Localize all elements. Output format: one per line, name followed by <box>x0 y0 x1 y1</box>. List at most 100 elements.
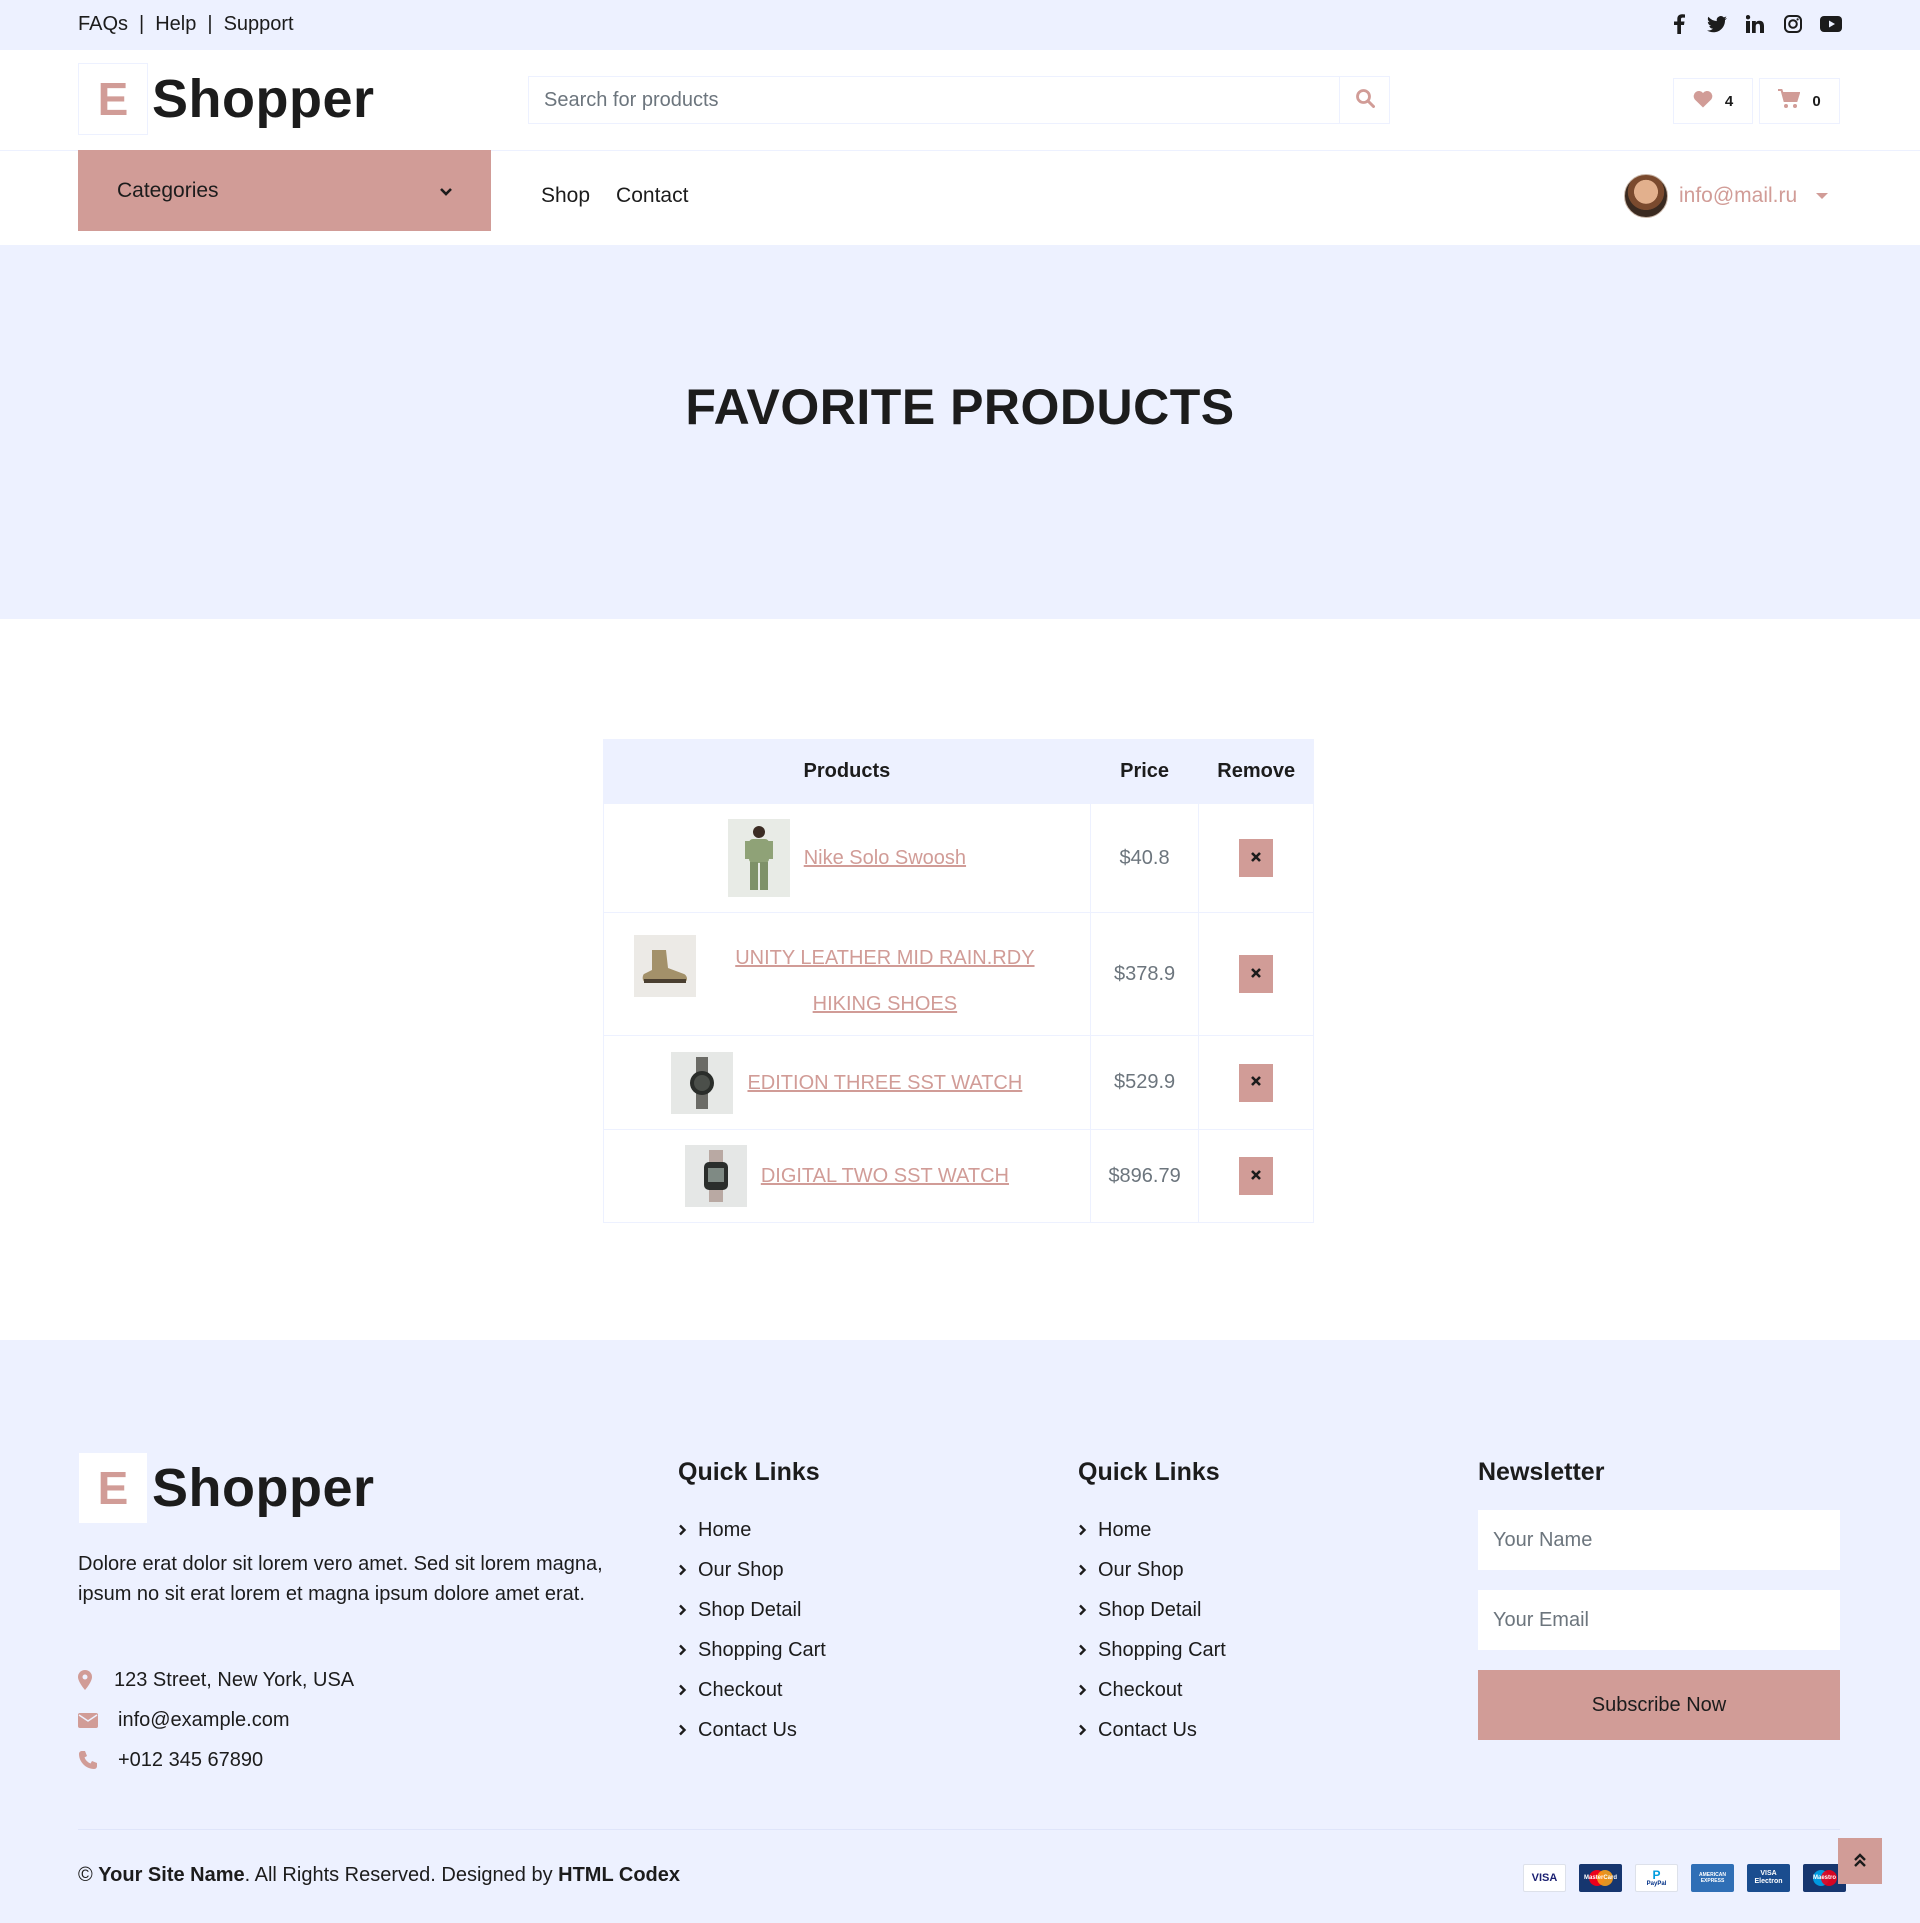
footer-link-home[interactable]: Home <box>678 1510 826 1550</box>
search-input[interactable] <box>529 77 1339 123</box>
footer-about: Dolore erat dolor sit lorem vero amet. S… <box>78 1553 603 1605</box>
brand-logo[interactable]: E Shopper <box>78 63 375 135</box>
quick-links-1: Quick Links Home Our Shop Shop Detail Sh… <box>678 1458 826 1750</box>
chevron-right-icon <box>678 1564 698 1576</box>
chevron-right-icon <box>1078 1684 1098 1696</box>
logo-letter: E <box>78 1452 148 1524</box>
product-price: $378.9 <box>1089 912 1200 1036</box>
footer-link-contact-us[interactable]: Contact Us <box>678 1710 826 1750</box>
categories-dropdown[interactable]: Categories <box>78 150 491 231</box>
search-button[interactable] <box>1339 77 1389 123</box>
footer-link-contact-us[interactable]: Contact Us <box>1078 1710 1226 1750</box>
chevron-right-icon <box>1078 1724 1098 1736</box>
product-name-link[interactable]: Nike Solo Swoosh <box>804 835 966 881</box>
product-image[interactable] <box>727 819 790 897</box>
link-label: Contact Us <box>698 1718 797 1741</box>
remove-button[interactable] <box>1239 955 1274 993</box>
copyright-text: . All Rights Reserved. Designed by <box>244 1864 559 1886</box>
avatar <box>1624 174 1668 218</box>
newsletter-name-input[interactable] <box>1478 1510 1840 1570</box>
footer-link-our-shop[interactable]: Our Shop <box>678 1550 826 1590</box>
mastercard-icon: MasterCard <box>1579 1864 1622 1892</box>
chevron-right-icon <box>678 1684 698 1696</box>
footer-brand-logo[interactable]: E Shopper <box>78 1452 375 1524</box>
product-name-link[interactable]: DIGITAL TWO SST WATCH <box>761 1153 1009 1199</box>
footer-link-our-shop[interactable]: Our Shop <box>1078 1550 1226 1590</box>
close-icon <box>1250 1075 1262 1090</box>
footer-link-shopping-cart[interactable]: Shopping Cart <box>678 1630 826 1670</box>
chevron-right-icon <box>678 1724 698 1736</box>
footer-link-shop-detail[interactable]: Shop Detail <box>1078 1590 1226 1630</box>
product-price: $896.79 <box>1089 1129 1200 1223</box>
double-angle-up-icon <box>1853 1852 1867 1871</box>
main-nav: Shop Contact <box>541 184 688 208</box>
link-label: Shop Detail <box>1098 1598 1202 1621</box>
link-label: Home <box>698 1518 752 1541</box>
product-image[interactable] <box>684 1145 747 1207</box>
separator: | <box>207 13 213 35</box>
header-products: Products <box>603 739 1091 804</box>
visa-card-icon: VISA <box>1523 1864 1566 1892</box>
amex-icon: AMERICAN EXPRESS <box>1691 1864 1734 1892</box>
map-marker-icon <box>78 1670 106 1690</box>
heart-icon <box>1693 90 1713 112</box>
support-link[interactable]: Support <box>224 13 294 36</box>
faqs-link[interactable]: FAQs <box>78 13 128 36</box>
table-row: EDITION THREE SST WATCH $529.9 <box>603 1035 1314 1130</box>
footer-address: 123 Street, New York, USA <box>114 1668 355 1691</box>
newsletter-email-input[interactable] <box>1478 1590 1840 1650</box>
chevron-right-icon <box>1078 1604 1098 1616</box>
page-header: FAVORITE PRODUCTS <box>0 245 1920 619</box>
favorites-count: 4 <box>1724 92 1734 110</box>
user-menu[interactable]: info@mail.ru <box>1624 174 1829 218</box>
cart-button[interactable]: 0 <box>1759 78 1840 124</box>
chevron-right-icon <box>678 1524 698 1536</box>
site-name-link[interactable]: Your Site Name <box>98 1864 244 1886</box>
quick-links-2: Quick Links Home Our Shop Shop Detail Sh… <box>1078 1458 1226 1750</box>
header-price: Price <box>1089 739 1200 804</box>
designer-link[interactable]: HTML Codex <box>558 1864 680 1886</box>
footer-contact: 123 Street, New York, USA info@example.c… <box>78 1660 354 1780</box>
cart-count: 0 <box>1812 92 1821 110</box>
help-link[interactable]: Help <box>155 13 196 36</box>
link-label: Shopping Cart <box>698 1638 826 1661</box>
linkedin-icon[interactable] <box>1744 13 1766 35</box>
product-name-link[interactable]: UNITY LEATHER MID RAIN.RDY HIKING SHOES <box>710 935 1060 1027</box>
footer-link-checkout[interactable]: Checkout <box>1078 1670 1226 1710</box>
back-to-top-button[interactable] <box>1838 1838 1882 1884</box>
product-price: $529.9 <box>1089 1035 1200 1130</box>
footer-link-shop-detail[interactable]: Shop Detail <box>678 1590 826 1630</box>
payment-methods: VISA MasterCard P PayPal AMERICAN EXPRES… <box>1523 1864 1846 1892</box>
youtube-icon[interactable] <box>1820 13 1842 35</box>
remove-button[interactable] <box>1239 839 1274 877</box>
logo-text: Shopper <box>152 69 375 129</box>
page-title: FAVORITE PRODUCTS <box>685 379 1235 435</box>
footer-link-home[interactable]: Home <box>1078 1510 1226 1550</box>
chevron-right-icon <box>1078 1524 1098 1536</box>
instagram-icon[interactable] <box>1782 13 1804 35</box>
nav-shop[interactable]: Shop <box>541 184 590 208</box>
favorites-button[interactable]: 4 <box>1673 78 1753 124</box>
topbar: FAQs | Help | Support <box>0 0 1920 50</box>
paypal-label: PayPal <box>1646 1881 1667 1887</box>
subscribe-button[interactable]: Subscribe Now <box>1478 1670 1840 1740</box>
product-image[interactable] <box>633 935 696 997</box>
product-image[interactable] <box>671 1051 734 1114</box>
copyright: © Your Site Name. All Rights Reserved. D… <box>78 1864 680 1887</box>
facebook-icon[interactable] <box>1668 13 1690 35</box>
remove-button[interactable] <box>1239 1157 1274 1195</box>
visa-electron-icon: VISA Electron <box>1747 1864 1790 1892</box>
newsletter-title: Newsletter <box>1478 1458 1605 1486</box>
table-row: UNITY LEATHER MID RAIN.RDY HIKING SHOES … <box>603 912 1314 1036</box>
chevron-right-icon <box>1078 1644 1098 1656</box>
footer-link-shopping-cart[interactable]: Shopping Cart <box>1078 1630 1226 1670</box>
link-label: Checkout <box>1098 1678 1183 1701</box>
product-name-link[interactable]: EDITION THREE SST WATCH <box>747 1060 1022 1106</box>
search-bar <box>528 76 1390 124</box>
phone-icon <box>78 1750 106 1770</box>
nav-contact[interactable]: Contact <box>616 184 688 208</box>
maestro-label: Maestro <box>1812 1875 1836 1881</box>
footer-link-checkout[interactable]: Checkout <box>678 1670 826 1710</box>
twitter-icon[interactable] <box>1706 13 1728 35</box>
remove-button[interactable] <box>1239 1063 1274 1102</box>
